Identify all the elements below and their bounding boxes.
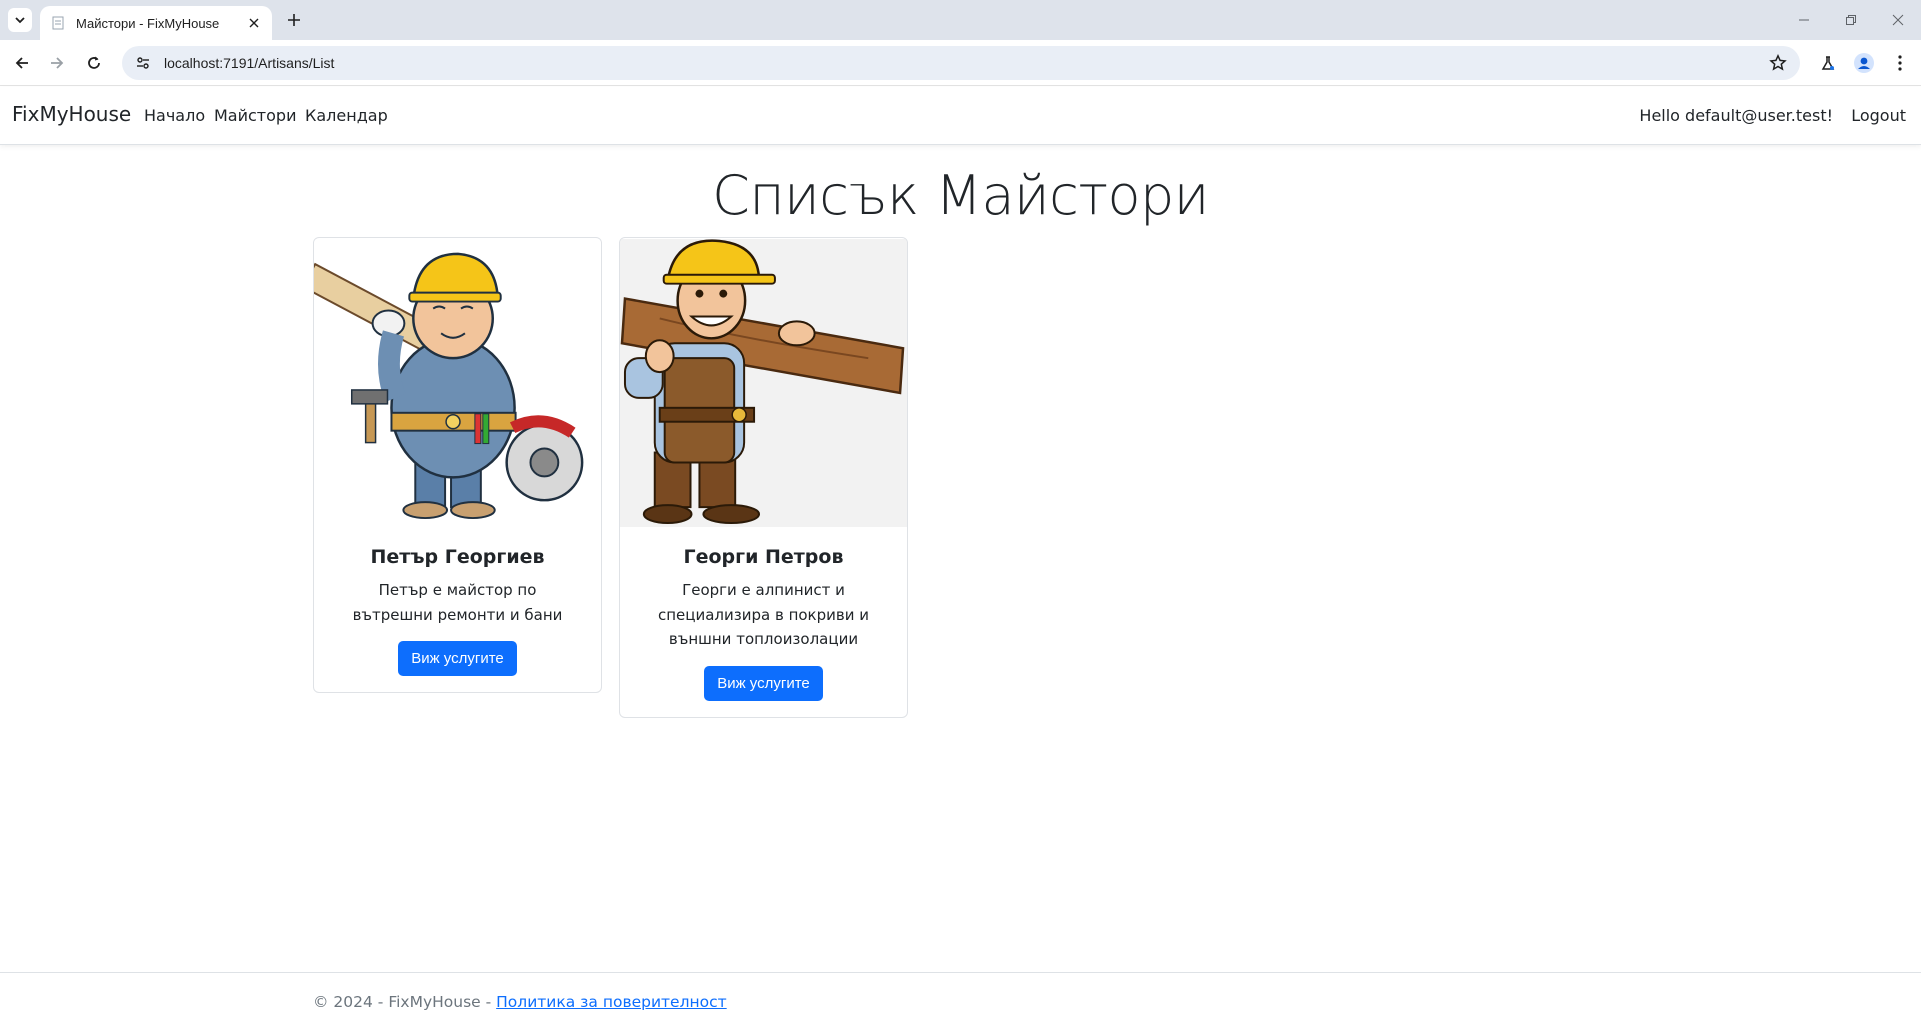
close-window-icon — [1892, 14, 1904, 26]
browser-tabstrip: Майстори - FixMyHouse — [0, 0, 1921, 40]
url-text[interactable]: localhost:7191/Artisans/List — [164, 55, 334, 71]
nav-link-home[interactable]: Начало — [144, 106, 205, 125]
card-body: Георги Петров Георги е алпинист и специа… — [620, 528, 907, 717]
page-title: Списък Майстори — [712, 164, 1209, 227]
nav-link-calendar[interactable]: Календар — [305, 106, 388, 125]
brand-link[interactable]: FixMyHouse — [12, 102, 131, 126]
tune-icon[interactable] — [128, 48, 158, 78]
tab-search-button[interactable] — [8, 8, 32, 32]
browser-tab-active[interactable]: Майстори - FixMyHouse — [40, 6, 272, 40]
close-icon[interactable] — [246, 15, 262, 31]
plus-icon — [288, 14, 300, 26]
forward-arrow-icon — [51, 57, 64, 69]
view-services-button[interactable]: Виж услугите — [398, 641, 517, 676]
nav-link-artisans[interactable]: Майстори — [214, 106, 296, 125]
close-window-button[interactable] — [1884, 8, 1912, 32]
minimize-icon — [1799, 19, 1809, 21]
privacy-link[interactable]: Политика за поверителност — [496, 993, 727, 1011]
artisan-name: Петър Георгиев — [370, 546, 545, 568]
address-bar[interactable]: localhost:7191/Artisans/List — [122, 46, 1800, 80]
copyright-text: © 2024 - FixMyHouse - — [313, 993, 497, 1011]
artisan-photo — [620, 239, 907, 527]
view-services-button[interactable]: Виж услугите — [704, 665, 823, 701]
footer-text: © 2024 - FixMyHouse - Политика за повери… — [313, 993, 727, 1011]
restore-button[interactable] — [1837, 8, 1865, 32]
browser-menu-button[interactable] — [1886, 49, 1914, 77]
site-footer: © 2024 - FixMyHouse - Политика за повери… — [0, 972, 1921, 1033]
user-greeting[interactable]: Hello default@user.test! — [1639, 106, 1833, 125]
profile-icon — [1854, 53, 1874, 73]
browser-toolbar: localhost:7191/Artisans/List — [0, 40, 1921, 86]
profile-button[interactable] — [1850, 49, 1878, 77]
chevron-down-icon — [15, 17, 25, 24]
tab-title: Майстори - FixMyHouse — [76, 15, 220, 31]
reload-button[interactable] — [80, 49, 108, 77]
artisan-photo — [314, 239, 601, 527]
card-body: Петър Георгиев Петър е майстор по вътреш… — [314, 528, 601, 692]
star-icon[interactable] — [1768, 53, 1788, 73]
restore-icon — [1846, 15, 1856, 25]
new-tab-button[interactable] — [282, 8, 306, 32]
artisan-description: Георги е алпинист и специализира в покри… — [657, 581, 869, 648]
page-icon — [50, 15, 66, 31]
artisan-name: Георги Петров — [683, 546, 844, 568]
site-navbar: FixMyHouse Начало Майстори Календар Hell… — [0, 87, 1921, 145]
flask-icon — [1821, 56, 1835, 70]
kebab-menu-icon — [1898, 55, 1902, 71]
reload-icon — [88, 56, 100, 69]
artisan-card: Георги Петров Георги е алпинист и специа… — [619, 237, 908, 718]
artisan-card: Петър Георгиев Петър е майстор по вътреш… — [313, 237, 602, 693]
back-arrow-icon — [15, 57, 28, 69]
artisan-description: Петър е майстор по вътрешни ремонти и ба… — [352, 581, 563, 624]
back-button[interactable] — [8, 49, 36, 77]
minimize-button[interactable] — [1790, 8, 1818, 32]
logout-link[interactable]: Logout — [1851, 106, 1906, 125]
forward-button[interactable] — [43, 49, 71, 77]
labs-button[interactable] — [1814, 49, 1842, 77]
